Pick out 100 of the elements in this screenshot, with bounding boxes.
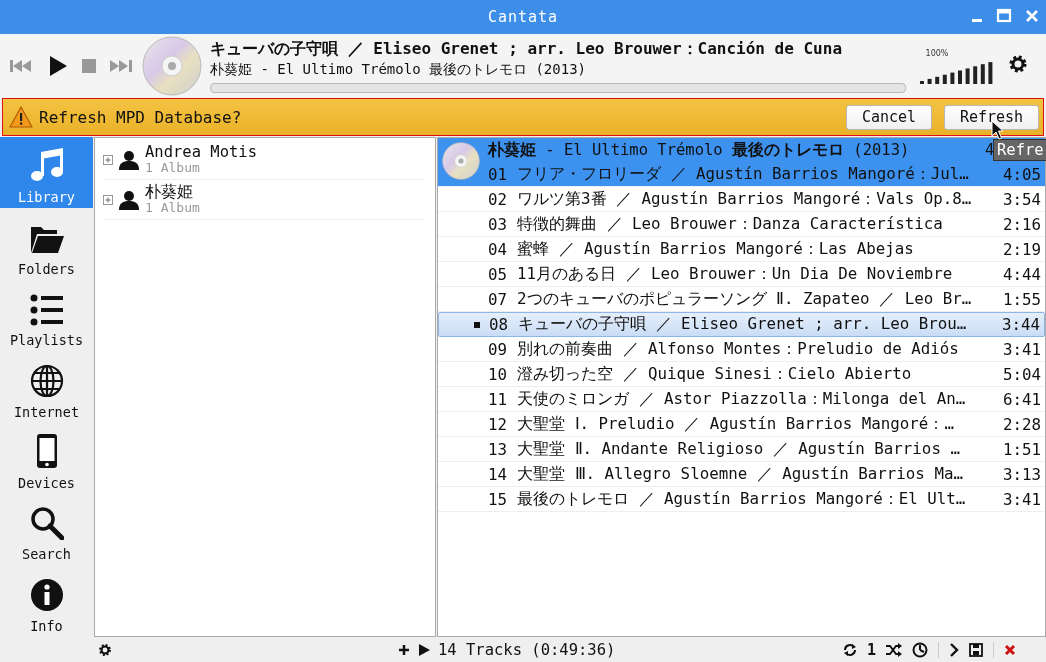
track-duration: 5:04 bbox=[1001, 364, 1042, 384]
track-duration: 3:13 bbox=[1001, 464, 1042, 484]
queue-row[interactable]: 13 大聖堂 Ⅱ. Andante Religioso ／ Agustín Barrios … 1:51 bbox=[438, 437, 1045, 462]
queue-row[interactable]: 12 大聖堂 Ⅰ. Preludio ／ Agustín Barrios Mangoré：… 2:28 bbox=[438, 412, 1045, 437]
track-subtitle: 朴葵姫 - El Ultimo Trémolo 最後のトレモロ (2013) bbox=[210, 61, 587, 79]
track-duration: 1:51 bbox=[1001, 439, 1042, 459]
track-duration: 3:41 bbox=[1001, 339, 1042, 359]
track-duration: 2:28 bbox=[1001, 414, 1042, 434]
sidebar-item[interactable]: Playlists bbox=[0, 279, 93, 352]
track-title: 別れの前奏曲 ／ Alfonso Montes：Preludio de Adiós bbox=[517, 338, 960, 360]
shuffle-icon[interactable] bbox=[886, 642, 902, 657]
sidebar-item[interactable]: Info bbox=[0, 565, 93, 637]
queue-row[interactable]: 14 大聖堂 Ⅲ. Allegro Sloemne ／ Agustín Barrios Ma… 3:13 bbox=[438, 462, 1045, 487]
next-icon[interactable] bbox=[110, 59, 134, 73]
sidebar-item[interactable]: Library bbox=[0, 137, 93, 209]
close-icon[interactable] bbox=[1024, 8, 1040, 24]
cd-icon bbox=[442, 142, 480, 180]
person-icon bbox=[118, 188, 140, 211]
track-number: 05 bbox=[488, 264, 509, 284]
track-title: 最後のトレモロ ／ Agustín Barrios Mangoré：El Ult… bbox=[517, 488, 967, 510]
search-icon bbox=[29, 506, 64, 541]
track-title: キューバの子守唄 ／ Eliseo Grenet ; arr. Leo Brou… bbox=[518, 314, 968, 335]
play-icon[interactable] bbox=[48, 55, 68, 77]
queue-row[interactable]: 02 ワルツ第3番 ／ Agustín Barrios Mangoré：Vals Op.8… 3:54 bbox=[438, 187, 1045, 212]
track-number: 08 bbox=[489, 315, 510, 334]
track-title: 2つのキューバのポピュラーソング Ⅱ. Zapateo ／ Leo Br… bbox=[517, 288, 973, 310]
settings-icon[interactable] bbox=[98, 642, 112, 657]
track-number: 14 bbox=[488, 464, 509, 484]
track-number: 01 bbox=[488, 164, 509, 184]
folder-icon bbox=[28, 224, 65, 255]
window-title: Cantata bbox=[487, 8, 559, 26]
album-count: 1 Album bbox=[145, 159, 201, 176]
settings-icon[interactable] bbox=[1008, 54, 1028, 74]
album-duration: 4 bbox=[985, 141, 995, 159]
add-icon[interactable] bbox=[398, 643, 410, 656]
track-number: 13 bbox=[488, 439, 509, 459]
track-number: 11 bbox=[488, 389, 509, 409]
tooltip: Refre bbox=[993, 139, 1046, 161]
track-duration: 3:41 bbox=[1001, 489, 1042, 509]
queue-row[interactable]: 09 別れの前奏曲 ／ Alfonso Montes：Preludio de Adiós 3:41 bbox=[438, 337, 1045, 362]
single-toggle[interactable]: 1 bbox=[866, 640, 876, 659]
queue-row[interactable]: 10 澄み切った空 ／ Quique Sinesi：Cielo Abierto 5:04 bbox=[438, 362, 1045, 387]
track-number: 09 bbox=[488, 339, 509, 359]
music-note-icon bbox=[28, 147, 65, 184]
play-icon[interactable] bbox=[418, 642, 430, 657]
track-duration: 2:16 bbox=[1001, 214, 1042, 234]
chevron-icon[interactable] bbox=[949, 642, 959, 657]
track-duration: 4:44 bbox=[1001, 264, 1042, 284]
refresh-button[interactable]: Refresh bbox=[944, 104, 1039, 130]
artist-name: 朴葵姫 bbox=[145, 183, 194, 200]
track-title: 澄み切った空 ／ Quique Sinesi：Cielo Abierto bbox=[517, 363, 913, 385]
previous-icon[interactable] bbox=[10, 59, 34, 73]
track-duration: 1:55 bbox=[1001, 289, 1042, 309]
track-title: 特徴的舞曲 ／ Leo Brouwer：Danza Característica bbox=[517, 213, 944, 235]
info-icon bbox=[29, 577, 64, 612]
queue-row[interactable]: 08 キューバの子守唄 ／ Eliseo Grenet ; arr. Leo Brou… 3:44 bbox=[438, 312, 1045, 337]
volume-label: 100% bbox=[925, 48, 949, 58]
consume-icon[interactable] bbox=[912, 641, 928, 658]
queue-row[interactable]: 04 蜜蜂 ／ Agustín Barrios Mangoré：Las Abejas 2:19 bbox=[438, 237, 1045, 262]
maximize-icon[interactable] bbox=[996, 8, 1012, 24]
track-number: 15 bbox=[488, 489, 509, 509]
track-title: 大聖堂 Ⅲ. Allegro Sloemne ／ Agustín Barrios Ma… bbox=[517, 463, 964, 485]
artist-name: Andrea Motis bbox=[145, 143, 257, 160]
album-heading: 朴葵姫 - El Ultimo Trémolo 最後のトレモロ (2013) bbox=[488, 139, 910, 161]
track-title: 大聖堂 Ⅰ. Preludio ／ Agustín Barrios Mangoré：… bbox=[517, 413, 955, 435]
track-duration: 6:41 bbox=[1001, 389, 1042, 409]
track-title: 大聖堂 Ⅱ. Andante Religioso ／ Agustín Barrios … bbox=[517, 438, 961, 460]
track-summary: 14 Tracks (0:49:36) bbox=[438, 640, 616, 659]
queue-row[interactable]: 03 特徴的舞曲 ／ Leo Brouwer：Danza Característica 2:16 bbox=[438, 212, 1045, 237]
playing-icon bbox=[474, 321, 480, 328]
track-number: 12 bbox=[488, 414, 509, 434]
track-title: 蜜蜂 ／ Agustín Barrios Mangoré：Las Abejas bbox=[517, 238, 915, 260]
track-number: 07 bbox=[488, 289, 509, 309]
save-icon[interactable] bbox=[969, 642, 983, 657]
track-title: 11月のある日 ／ Leo Brouwer：Un Dia De Noviembre bbox=[517, 263, 954, 285]
track-title: ワルツ第3番 ／ Agustín Barrios Mangoré：Vals Op.8… bbox=[517, 188, 973, 210]
repeat-icon[interactable] bbox=[842, 642, 857, 657]
track-number: 10 bbox=[488, 364, 509, 384]
expand-icon[interactable] bbox=[103, 194, 113, 205]
track-duration: 4:05 bbox=[1001, 164, 1042, 184]
expand-icon[interactable] bbox=[103, 154, 113, 165]
person-icon bbox=[118, 148, 140, 171]
message-text: Refresh MPD Database? bbox=[39, 107, 243, 127]
queue-row[interactable]: 15 最後のトレモロ ／ Agustín Barrios Mangoré：El Ult… 3:41 bbox=[438, 487, 1045, 512]
queue-row[interactable]: 05 11月のある日 ／ Leo Brouwer：Un Dia De Noviembre 4:44 bbox=[438, 262, 1045, 287]
sidebar-item[interactable]: Search bbox=[0, 493, 93, 566]
sidebar-item[interactable]: Devices bbox=[0, 422, 93, 494]
warning-icon bbox=[9, 106, 33, 128]
clear-icon[interactable] bbox=[1004, 643, 1016, 656]
phone-icon bbox=[35, 432, 58, 469]
sidebar-item[interactable]: Folders bbox=[0, 208, 93, 280]
track-number: 03 bbox=[488, 214, 509, 234]
sidebar-item[interactable]: Internet bbox=[0, 351, 93, 423]
track-number: 02 bbox=[488, 189, 509, 209]
queue-row[interactable]: 11 天使のミロンガ ／ Astor Piazzolla：Milonga del An… 6:41 bbox=[438, 387, 1045, 412]
track-title: フリア・フロリーダ ／ Agustín Barrios Mangoré：Jul… bbox=[517, 163, 970, 185]
cancel-button[interactable]: Cancel bbox=[846, 104, 932, 130]
album-count: 1 Album bbox=[145, 199, 200, 216]
track-title: 天使のミロンガ ／ Astor Piazzolla：Milonga del An… bbox=[517, 388, 967, 410]
queue-row[interactable]: 01 フリア・フロリーダ ／ Agustín Barrios Mangoré：Jul… 4:05 bbox=[438, 162, 1045, 187]
